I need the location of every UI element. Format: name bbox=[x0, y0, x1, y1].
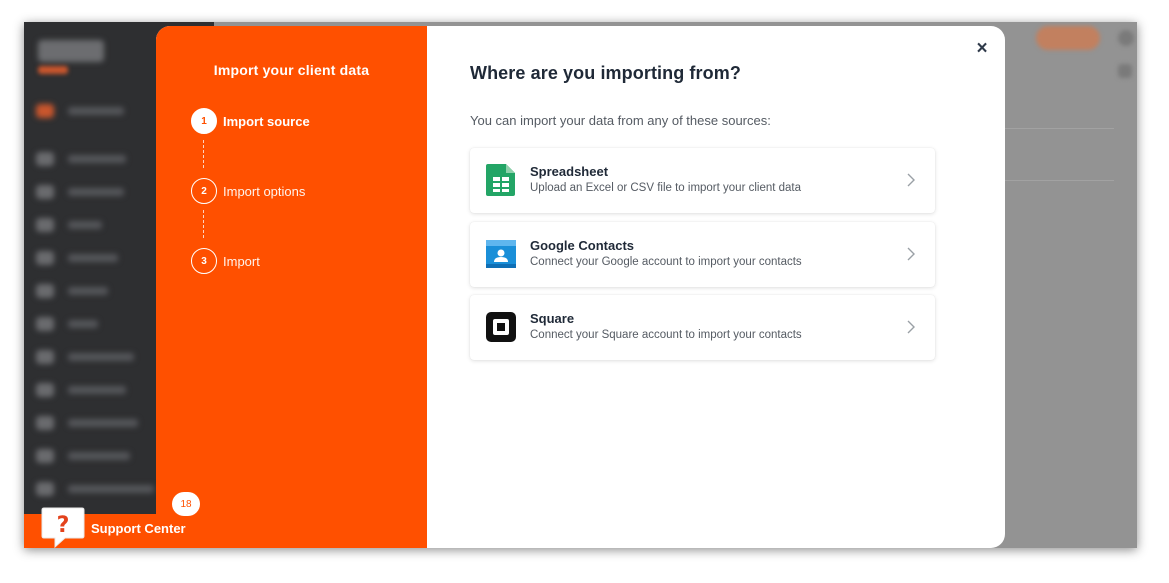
source-description: Connect your Square account to import yo… bbox=[530, 329, 802, 341]
source-title: Google Contacts bbox=[530, 238, 635, 253]
source-title: Square bbox=[530, 311, 575, 326]
svg-text:?: ? bbox=[57, 513, 70, 538]
step-connector bbox=[203, 140, 204, 168]
step-label: Import bbox=[223, 254, 260, 269]
source-description: Upload an Excel or CSV file to import yo… bbox=[530, 182, 802, 194]
background-icon bbox=[1118, 64, 1132, 78]
source-google-contacts[interactable]: Google Contacts Connect your Google acco… bbox=[470, 222, 935, 287]
source-title: Spreadsheet bbox=[530, 164, 609, 179]
notification-badge[interactable]: 18 bbox=[172, 492, 200, 516]
close-button[interactable]: × bbox=[972, 38, 992, 59]
chevron-right-icon bbox=[907, 173, 915, 187]
source-spreadsheet[interactable]: Spreadsheet Upload an Excel or CSV file … bbox=[470, 148, 935, 213]
step-number: 3 bbox=[191, 248, 217, 274]
support-center-button[interactable]: ? Support Center bbox=[24, 507, 210, 549]
step-number: 1 bbox=[191, 108, 217, 134]
modal-subtitle: You can import your data from any of the… bbox=[470, 113, 771, 128]
close-icon: × bbox=[976, 38, 988, 59]
background-divider bbox=[1004, 128, 1114, 129]
modal-content: × Where are you importing from? You can … bbox=[427, 26, 1005, 548]
spreadsheet-icon bbox=[486, 164, 515, 196]
modal-title: Where are you importing from? bbox=[470, 63, 741, 83]
background-avatar bbox=[1118, 30, 1134, 46]
steps-title: Import your client data bbox=[213, 62, 370, 78]
source-description: Connect your Google account to import yo… bbox=[530, 256, 802, 268]
step-label: Import options bbox=[223, 184, 306, 199]
background-logo bbox=[38, 40, 104, 62]
background-divider bbox=[1004, 180, 1114, 181]
background-upgrade-pill bbox=[1036, 26, 1100, 50]
step-number: 2 bbox=[191, 178, 217, 204]
step-connector bbox=[203, 210, 204, 238]
background-logo-sub bbox=[38, 66, 68, 74]
help-question-icon: ? bbox=[41, 507, 85, 549]
square-icon bbox=[486, 312, 516, 342]
chevron-right-icon bbox=[907, 247, 915, 261]
step-label: Import source bbox=[223, 114, 310, 129]
chevron-right-icon bbox=[907, 320, 915, 334]
steps-panel: Import your client data 1 Import source … bbox=[156, 26, 427, 548]
source-square[interactable]: Square Connect your Square account to im… bbox=[470, 295, 935, 360]
import-modal: Import your client data 1 Import source … bbox=[156, 26, 1005, 548]
google-contacts-icon bbox=[486, 240, 516, 268]
support-center-label: Support Center bbox=[91, 521, 186, 536]
